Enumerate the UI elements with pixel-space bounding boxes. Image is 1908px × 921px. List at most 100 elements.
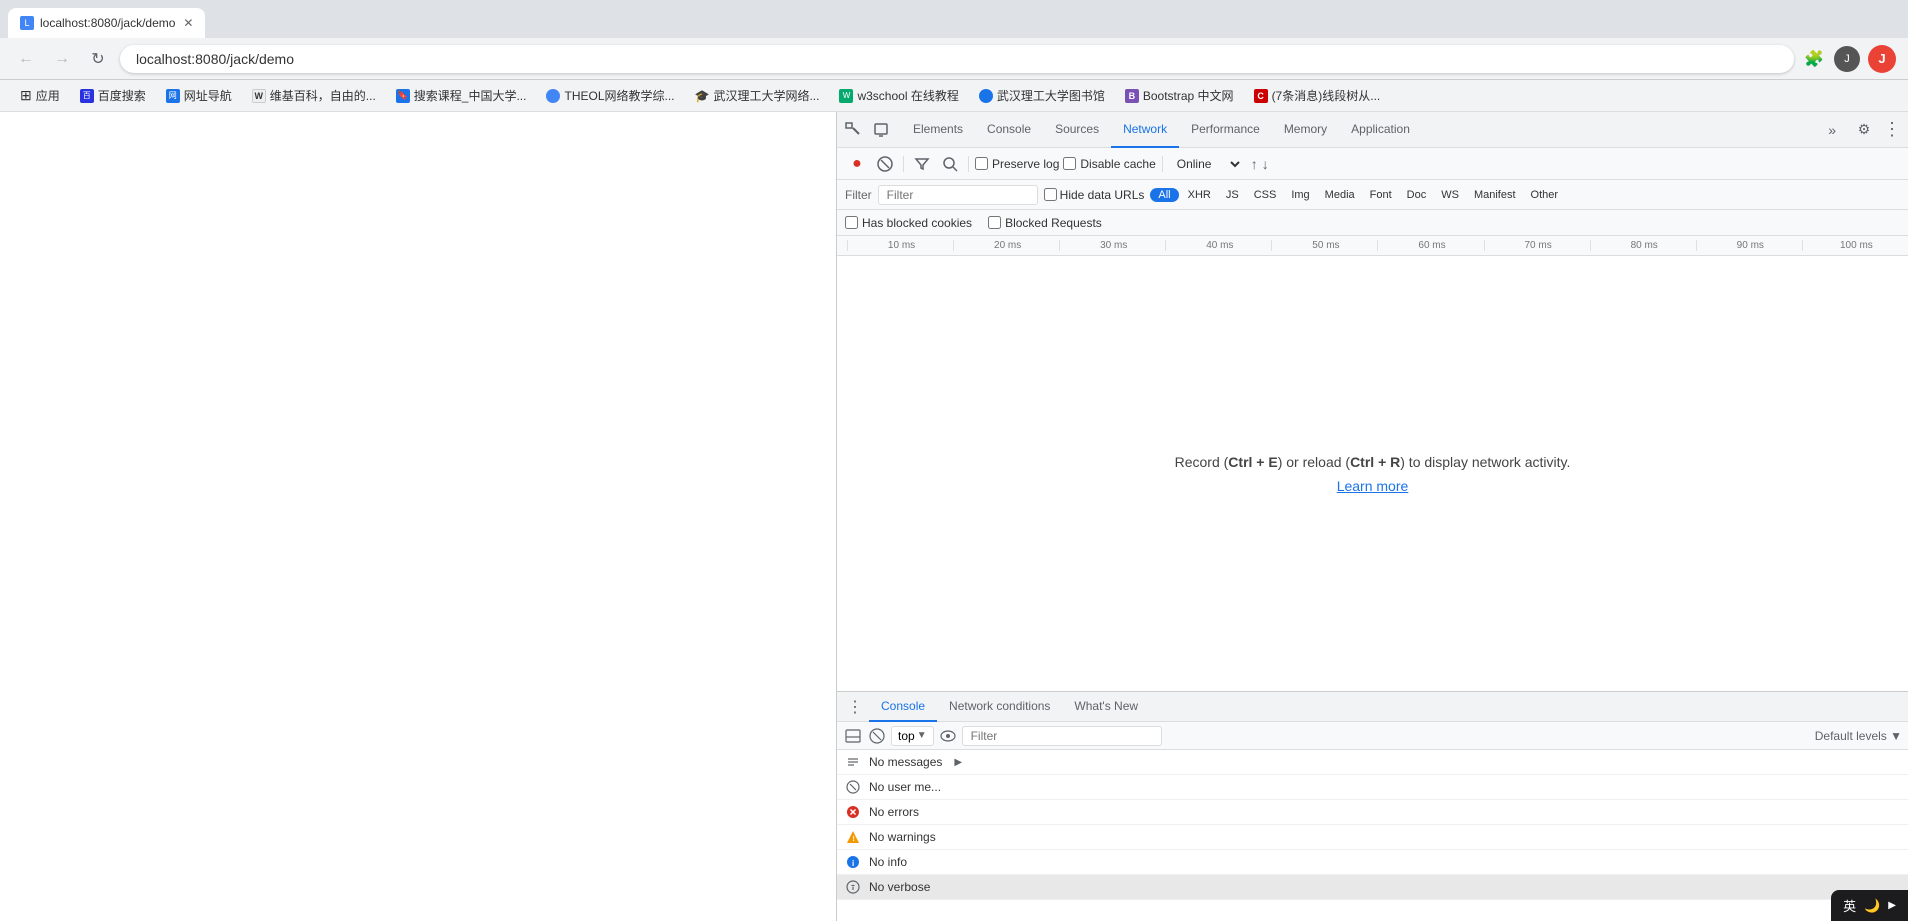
main-area: Elements Console Sources Network Perform… (0, 112, 1908, 921)
tick-10ms: 10 ms (847, 240, 953, 251)
tick-90ms: 90 ms (1696, 240, 1802, 251)
bookmark-w3school[interactable]: W w3school 在线教程 (831, 84, 966, 107)
blocked-requests-input[interactable] (988, 216, 1001, 229)
filter-tag-manifest[interactable]: Manifest (1468, 188, 1522, 202)
filter-tag-xhr[interactable]: XHR (1182, 188, 1217, 202)
console-dock-icon[interactable] (843, 726, 863, 746)
devtools-tab-sources-label: Sources (1055, 122, 1099, 136)
record-button[interactable]: ● (845, 152, 869, 176)
hide-data-urls-checkbox[interactable]: Hide data URLs (1044, 188, 1145, 202)
forward-button[interactable]: → (48, 45, 76, 73)
default-levels-button[interactable]: Default levels ▼ (1815, 729, 1902, 743)
filter-tag-css[interactable]: CSS (1248, 188, 1283, 202)
devtools-tab-memory[interactable]: Memory (1272, 112, 1339, 148)
messages-expand-icon[interactable]: ▶ (954, 757, 962, 768)
tick-50ms: 50 ms (1271, 240, 1377, 251)
console-msg-error[interactable]: No errors (837, 800, 1908, 825)
devtools-tab-network[interactable]: Network (1111, 112, 1179, 148)
console-msg-warning[interactable]: ! No warnings (837, 825, 1908, 850)
theol-favicon (546, 89, 560, 103)
console-msg-messages[interactable]: No messages ▶ (837, 750, 1908, 775)
input-lang-indicator[interactable]: 英 (1843, 896, 1856, 915)
bookmark-whut-label: 武汉理工大学网络... (713, 87, 819, 104)
console-msg-user[interactable]: No user me... (837, 775, 1908, 800)
devtools-more-tabs-button[interactable]: » (1820, 122, 1844, 138)
filter-input[interactable] (878, 185, 1038, 205)
filter-tag-img[interactable]: Img (1285, 188, 1315, 202)
extensions-icon[interactable]: 🧩 (1802, 47, 1826, 71)
devtools-tab-sources[interactable]: Sources (1043, 112, 1111, 148)
throttle-select[interactable]: Online Fast 3G Slow 3G Offline (1169, 154, 1243, 174)
tab-close-button[interactable]: ✕ (183, 16, 193, 30)
kbd-record: Ctrl + E (1228, 454, 1277, 470)
address-input[interactable] (120, 45, 1794, 73)
devtools-tab-console[interactable]: Console (975, 112, 1043, 148)
blocked-requests-label: Blocked Requests (1005, 216, 1102, 230)
bookmark-csdn[interactable]: C (7条消息)线段树从... (1246, 84, 1389, 107)
console-msg-verbose[interactable]: No verbose (837, 875, 1908, 900)
filter-tag-js[interactable]: JS (1220, 188, 1245, 202)
tab-bar: L localhost:8080/jack/demo ✕ (0, 0, 1908, 38)
has-blocked-cookies-checkbox[interactable]: Has blocked cookies (845, 216, 972, 230)
has-blocked-cookies-label: Has blocked cookies (862, 216, 972, 230)
bookmark-wiki[interactable]: W 维基百科，自由的... (244, 84, 384, 107)
expand-icon[interactable]: ▶ (1888, 900, 1896, 911)
bookmark-library[interactable]: 武汉理工大学图书馆 (971, 84, 1113, 107)
profile-avatar[interactable]: J (1868, 45, 1896, 73)
back-button[interactable]: ← (12, 45, 40, 73)
devtools-tab-performance[interactable]: Performance (1179, 112, 1272, 148)
disable-cache-checkbox[interactable]: Disable cache (1063, 157, 1155, 171)
filter-tag-doc[interactable]: Doc (1401, 188, 1433, 202)
preserve-log-checkbox[interactable]: Preserve log (975, 157, 1059, 171)
devtools-device-icon[interactable] (869, 118, 893, 142)
bookmark-whut[interactable]: 🎓 武汉理工大学网络... (687, 84, 828, 107)
bookmark-nav[interactable]: 网 网址导航 (158, 84, 240, 107)
bottom-tab-console[interactable]: Console (869, 692, 937, 722)
blocked-requests-checkbox[interactable]: Blocked Requests (988, 216, 1102, 230)
learn-more-link[interactable]: Learn more (1337, 478, 1409, 494)
devtools-inspect-icon[interactable] (841, 118, 865, 142)
bookmark-bootstrap[interactable]: B Bootstrap 中文网 (1117, 84, 1242, 107)
console-msg-info[interactable]: i No info (837, 850, 1908, 875)
tick-100ms: 100 ms (1802, 240, 1908, 251)
export-button[interactable]: ↓ (1262, 156, 1269, 172)
filter-button[interactable] (910, 152, 934, 176)
console-eye-icon[interactable] (938, 726, 958, 746)
import-button[interactable]: ↑ (1251, 156, 1258, 172)
search-button[interactable] (938, 152, 962, 176)
devtools-settings-button[interactable]: ⚙ (1852, 118, 1876, 142)
bookmarks-bar: ⊞ 应用 百 百度搜索 网 网址导航 W 维基百科，自由的... 🔖 搜索课程_… (0, 80, 1908, 112)
user-icon (845, 779, 861, 795)
filter-tag-all[interactable]: All (1150, 188, 1178, 202)
filter-tag-media[interactable]: Media (1319, 188, 1361, 202)
filter-tag-font[interactable]: Font (1364, 188, 1398, 202)
devtools-more-button[interactable]: ⋮ (1880, 118, 1904, 142)
night-mode-icon[interactable]: 🌙 (1864, 898, 1880, 914)
active-tab[interactable]: L localhost:8080/jack/demo ✕ (8, 8, 205, 38)
filter-tag-ws[interactable]: WS (1435, 188, 1465, 202)
preserve-log-input[interactable] (975, 157, 988, 170)
clear-button[interactable] (873, 152, 897, 176)
bottom-tab-network-conditions[interactable]: Network conditions (937, 692, 1062, 722)
filter-tag-other[interactable]: Other (1525, 188, 1565, 202)
bookmark-theol[interactable]: THEOL网络教学综... (538, 84, 682, 107)
system-tray: 英 🌙 ▶ (1831, 890, 1908, 921)
console-clear-icon[interactable] (867, 726, 887, 746)
disable-cache-input[interactable] (1063, 157, 1076, 170)
bookmark-mooc[interactable]: 🔖 搜索课程_中国大学... (388, 84, 535, 107)
devtools-tab-console-label: Console (987, 122, 1031, 136)
bookmark-baidu[interactable]: 百 百度搜索 (72, 84, 154, 107)
has-blocked-cookies-input[interactable] (845, 216, 858, 229)
devtools-tab-elements[interactable]: Elements (901, 112, 975, 148)
network-empty-message: Record (Ctrl + E) or reload (Ctrl + R) t… (1175, 454, 1571, 470)
user-extension-icon[interactable]: J (1834, 46, 1860, 72)
reload-button[interactable]: ↻ (84, 45, 112, 73)
context-selector[interactable]: top ▼ (891, 726, 934, 746)
hide-data-urls-input[interactable] (1044, 188, 1057, 201)
bottom-more-button[interactable]: ⋮ (841, 697, 869, 717)
devtools-tab-application[interactable]: Application (1339, 112, 1422, 148)
console-filter-input[interactable] (962, 726, 1162, 746)
bottom-tab-whats-new[interactable]: What's New (1062, 692, 1150, 722)
bookmark-apps[interactable]: ⊞ 应用 (12, 84, 68, 107)
bookmark-apps-label: 应用 (36, 87, 60, 104)
